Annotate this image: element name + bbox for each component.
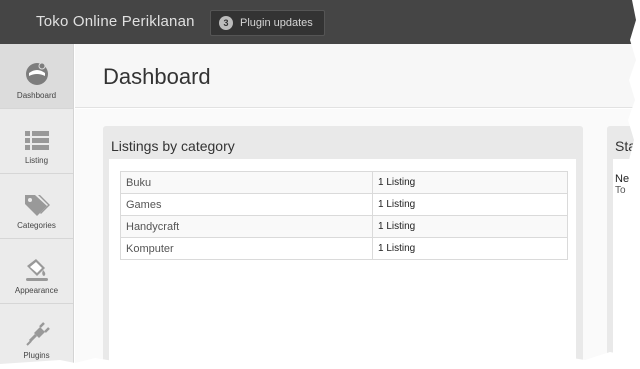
listings-table: Buku 1 Listing Games 1 Listing Handycraf… [120, 171, 568, 260]
category-cell: Buku [120, 171, 373, 194]
panel-title: Sta [615, 138, 637, 154]
sidebar-item-listing[interactable]: Listing [0, 109, 73, 174]
sidebar-item-dashboard[interactable]: Dashboard [0, 44, 73, 109]
sidebar-item-label: Dashboard [16, 91, 57, 100]
stats-line: To [615, 185, 626, 196]
panel-body: Buku 1 Listing Games 1 Listing Handycraf… [109, 159, 576, 369]
site-title[interactable]: Toko Online Periklanan [36, 13, 195, 30]
sidebar-item-appearance[interactable]: Appearance [0, 239, 73, 304]
updates-count-badge: 3 [219, 16, 233, 30]
dashboard-icon [25, 62, 48, 85]
top-bar: Toko Online Periklanan 3 Plugin updates [0, 0, 640, 44]
sidebar: Dashboard Listing Categories Appearance [0, 44, 74, 369]
plugin-updates-button[interactable]: 3 Plugin updates [210, 10, 325, 36]
sidebar-item-label: Plugins [23, 351, 50, 360]
count-cell: 1 Listing [372, 215, 568, 238]
updates-label: Plugin updates [240, 17, 313, 29]
page-header: Dashboard [75, 44, 640, 108]
category-cell: Games [120, 193, 373, 216]
sidebar-item-label: Appearance [14, 286, 59, 295]
panel-title: Listings by category [111, 138, 235, 154]
paint-bucket-icon [25, 259, 48, 281]
list-icon [24, 131, 49, 150]
count-cell: 1 Listing [372, 237, 568, 260]
tag-icon [24, 195, 50, 216]
page-title: Dashboard [103, 64, 211, 89]
count-cell: 1 Listing [372, 193, 568, 216]
plug-icon [25, 322, 50, 346]
table-row: Handycraft 1 Listing [120, 215, 568, 238]
sidebar-item-label: Listing [24, 156, 49, 165]
stats-line: Ne [615, 173, 630, 185]
main-content: Listings by category Buku 1 Listing Game… [75, 109, 640, 369]
table-row: Komputer 1 Listing [120, 237, 568, 260]
sidebar-item-label: Categories [17, 221, 56, 230]
table-row: Buku 1 Listing [120, 171, 568, 194]
stats-panel: Sta Ne To [607, 126, 640, 369]
sidebar-item-categories[interactable]: Categories [0, 174, 73, 239]
category-cell: Handycraft [120, 215, 373, 238]
table-row: Games 1 Listing [120, 193, 568, 216]
count-cell: 1 Listing [372, 171, 568, 194]
category-cell: Komputer [120, 237, 373, 260]
sidebar-item-plugins[interactable]: Plugins [0, 304, 73, 369]
listings-by-category-panel: Listings by category Buku 1 Listing Game… [103, 126, 583, 369]
